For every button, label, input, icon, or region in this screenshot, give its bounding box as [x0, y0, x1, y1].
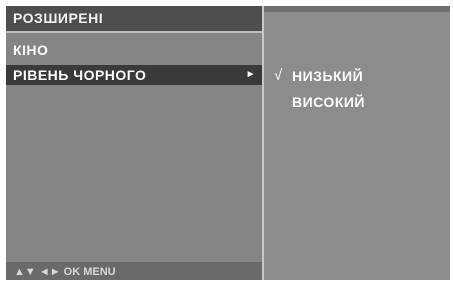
- option-high[interactable]: ВИСОКИЙ: [292, 94, 365, 110]
- submenu-header-strip: [264, 6, 450, 12]
- osd-menu-frame: РОЗШИРЕНІ КІНО РІВЕНЬ ЧОРНОГО ► ▲▼ ◄► OK…: [6, 6, 450, 280]
- option-low[interactable]: НИЗЬКИЙ: [292, 68, 363, 84]
- checkmark-icon: √: [274, 67, 283, 84]
- submenu-panel: √ НИЗЬКИЙ ВИСОКИЙ: [264, 6, 450, 280]
- menu-title: РОЗШИРЕНІ: [6, 6, 262, 31]
- title-separator: [6, 31, 262, 33]
- menu-item-label: РІВЕНЬ ЧОРНОГО: [13, 67, 147, 83]
- menu-item-cinema[interactable]: КІНО: [6, 40, 262, 60]
- menu-item-black-level[interactable]: РІВЕНЬ ЧОРНОГО ►: [6, 65, 262, 85]
- menu-item-label: КІНО: [13, 42, 49, 58]
- main-menu-panel: РОЗШИРЕНІ КІНО РІВЕНЬ ЧОРНОГО ► ▲▼ ◄► OK…: [6, 6, 262, 280]
- right-arrow-icon: ►: [245, 69, 256, 80]
- navigation-hint-bar: ▲▼ ◄► OK MENU: [6, 262, 262, 280]
